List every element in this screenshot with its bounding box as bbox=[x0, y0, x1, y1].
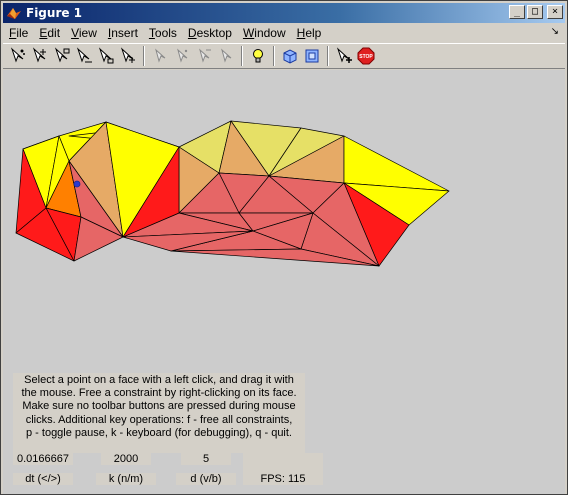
fps-blank bbox=[243, 453, 323, 473]
dock-arrow-icon[interactable]: ↘ bbox=[551, 26, 559, 37]
instructions-text: Select a point on a face with a left cli… bbox=[13, 373, 305, 453]
cursor-sparkle-icon[interactable] bbox=[95, 45, 117, 67]
cursor-add-icon[interactable] bbox=[333, 45, 355, 67]
svg-text:STOP: STOP bbox=[359, 54, 373, 60]
cursor-disabled-icon[interactable] bbox=[171, 45, 193, 67]
cursor-disabled-icon[interactable] bbox=[215, 45, 237, 67]
d-label: d (v/b) bbox=[176, 473, 236, 485]
dt-label: dt (</>) bbox=[13, 473, 73, 485]
cursor-sparkle-icon[interactable] bbox=[51, 45, 73, 67]
stop-icon[interactable]: STOP bbox=[355, 45, 377, 67]
cursor-sparkle-icon[interactable] bbox=[7, 45, 29, 67]
window-title: Figure 1 bbox=[26, 6, 83, 20]
minimize-button[interactable]: _ bbox=[509, 5, 525, 19]
menu-tools[interactable]: Tools bbox=[143, 26, 182, 40]
close-icon: × bbox=[551, 6, 559, 17]
matlab-logo-icon bbox=[7, 8, 21, 19]
menu-view[interactable]: View bbox=[65, 26, 102, 40]
cursor-sparkle-icon[interactable] bbox=[117, 45, 139, 67]
d-value: 5 bbox=[181, 453, 231, 465]
cursor-sparkle-icon[interactable] bbox=[29, 45, 51, 67]
cursor-disabled-icon[interactable] bbox=[149, 45, 171, 67]
dt-value: 0.0166667 bbox=[13, 453, 73, 465]
window-controls: _ □ × bbox=[509, 5, 563, 19]
k-label: k (n/m) bbox=[96, 473, 156, 485]
k-value: 2000 bbox=[101, 453, 151, 465]
maximize-button[interactable]: □ bbox=[527, 5, 543, 19]
cursor-sparkle-icon[interactable] bbox=[73, 45, 95, 67]
menu-file[interactable]: File bbox=[3, 26, 33, 40]
menu-edit[interactable]: Edit bbox=[33, 26, 65, 40]
menu-desktop[interactable]: Desktop bbox=[182, 26, 237, 40]
close-button[interactable]: × bbox=[547, 5, 563, 19]
fps-readout: FPS: 115 bbox=[243, 473, 323, 485]
toolbar-separator bbox=[327, 46, 329, 66]
toolbar-separator bbox=[273, 46, 275, 66]
menu-window[interactable]: Window bbox=[237, 26, 291, 40]
toolbar: STOP bbox=[3, 43, 565, 69]
menu-insert[interactable]: Insert bbox=[102, 26, 143, 40]
cube-icon[interactable] bbox=[279, 45, 301, 67]
menu-help[interactable]: Help bbox=[291, 26, 327, 40]
toolbar-separator bbox=[143, 46, 145, 66]
cursor-disabled-icon[interactable] bbox=[193, 45, 215, 67]
minimize-icon: _ bbox=[513, 6, 521, 17]
cube-flat-icon[interactable] bbox=[301, 45, 323, 67]
selected-point-marker bbox=[73, 180, 81, 188]
maximize-icon: □ bbox=[531, 6, 539, 17]
toolbar-separator bbox=[241, 46, 243, 66]
figure-window: Figure 1 _ □ × File Edit View Insert Too… bbox=[0, 0, 568, 495]
title-bar[interactable]: Figure 1 _ □ × bbox=[3, 3, 565, 23]
menu-bar: File Edit View Insert Tools Desktop Wind… bbox=[3, 24, 565, 42]
lightbulb-icon[interactable] bbox=[247, 45, 269, 67]
